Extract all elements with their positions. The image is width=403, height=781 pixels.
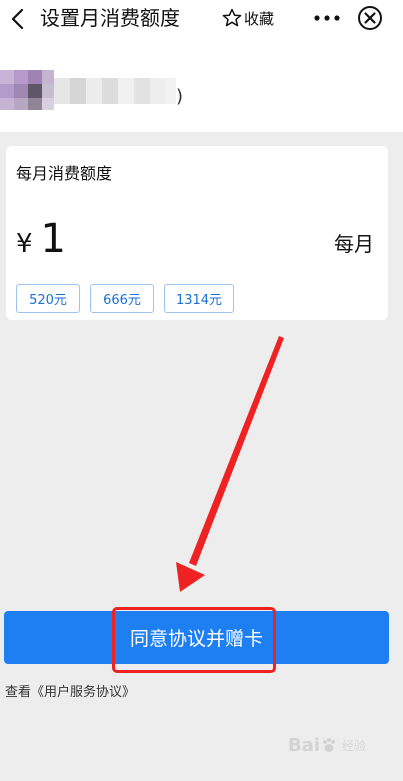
quick-amount-chips: 520元 666元 1314元 xyxy=(16,284,234,313)
watermark: Bai 经验 xyxy=(288,735,366,756)
back-chevron-icon[interactable] xyxy=(8,6,28,32)
agreement-link[interactable]: 《用户服务协议》 xyxy=(31,685,135,700)
paw-icon xyxy=(323,737,336,752)
agreement-prefix: 查看 xyxy=(5,685,32,700)
amount-value: 1 xyxy=(40,216,66,262)
card-title: 每月消费额度 xyxy=(16,164,113,183)
annotation-highlight-box xyxy=(112,607,276,673)
monthly-limit-card: 每月消费额度 ¥ 1 每月 520元 666元 1314元 xyxy=(6,146,388,320)
period-label: 每月 xyxy=(334,232,374,256)
navigation-bar: 设置月消费额度 收藏 xyxy=(0,0,403,40)
quick-amount-520[interactable]: 520元 xyxy=(16,284,80,313)
favorite-button[interactable]: 收藏 xyxy=(222,5,274,31)
watermark-sub: 经验 xyxy=(342,739,367,753)
star-icon xyxy=(222,8,242,27)
quick-amount-1314[interactable]: 1314元 xyxy=(164,284,234,313)
agreement-line: 查看《用户服务协议》 xyxy=(5,681,135,700)
quick-amount-666[interactable]: 666元 xyxy=(90,284,154,313)
watermark-text: Bai xyxy=(288,735,321,756)
user-info-bar: ) xyxy=(0,40,403,132)
more-dots-icon[interactable] xyxy=(312,7,342,29)
user-name-tail: ) xyxy=(176,86,184,107)
amount-display[interactable]: ¥ 1 xyxy=(16,216,66,262)
currency-symbol: ¥ xyxy=(16,229,33,259)
close-circle-icon[interactable] xyxy=(356,4,384,32)
page-title: 设置月消费额度 xyxy=(40,6,180,30)
favorite-label: 收藏 xyxy=(244,9,275,28)
blurred-avatar-name xyxy=(0,70,176,110)
